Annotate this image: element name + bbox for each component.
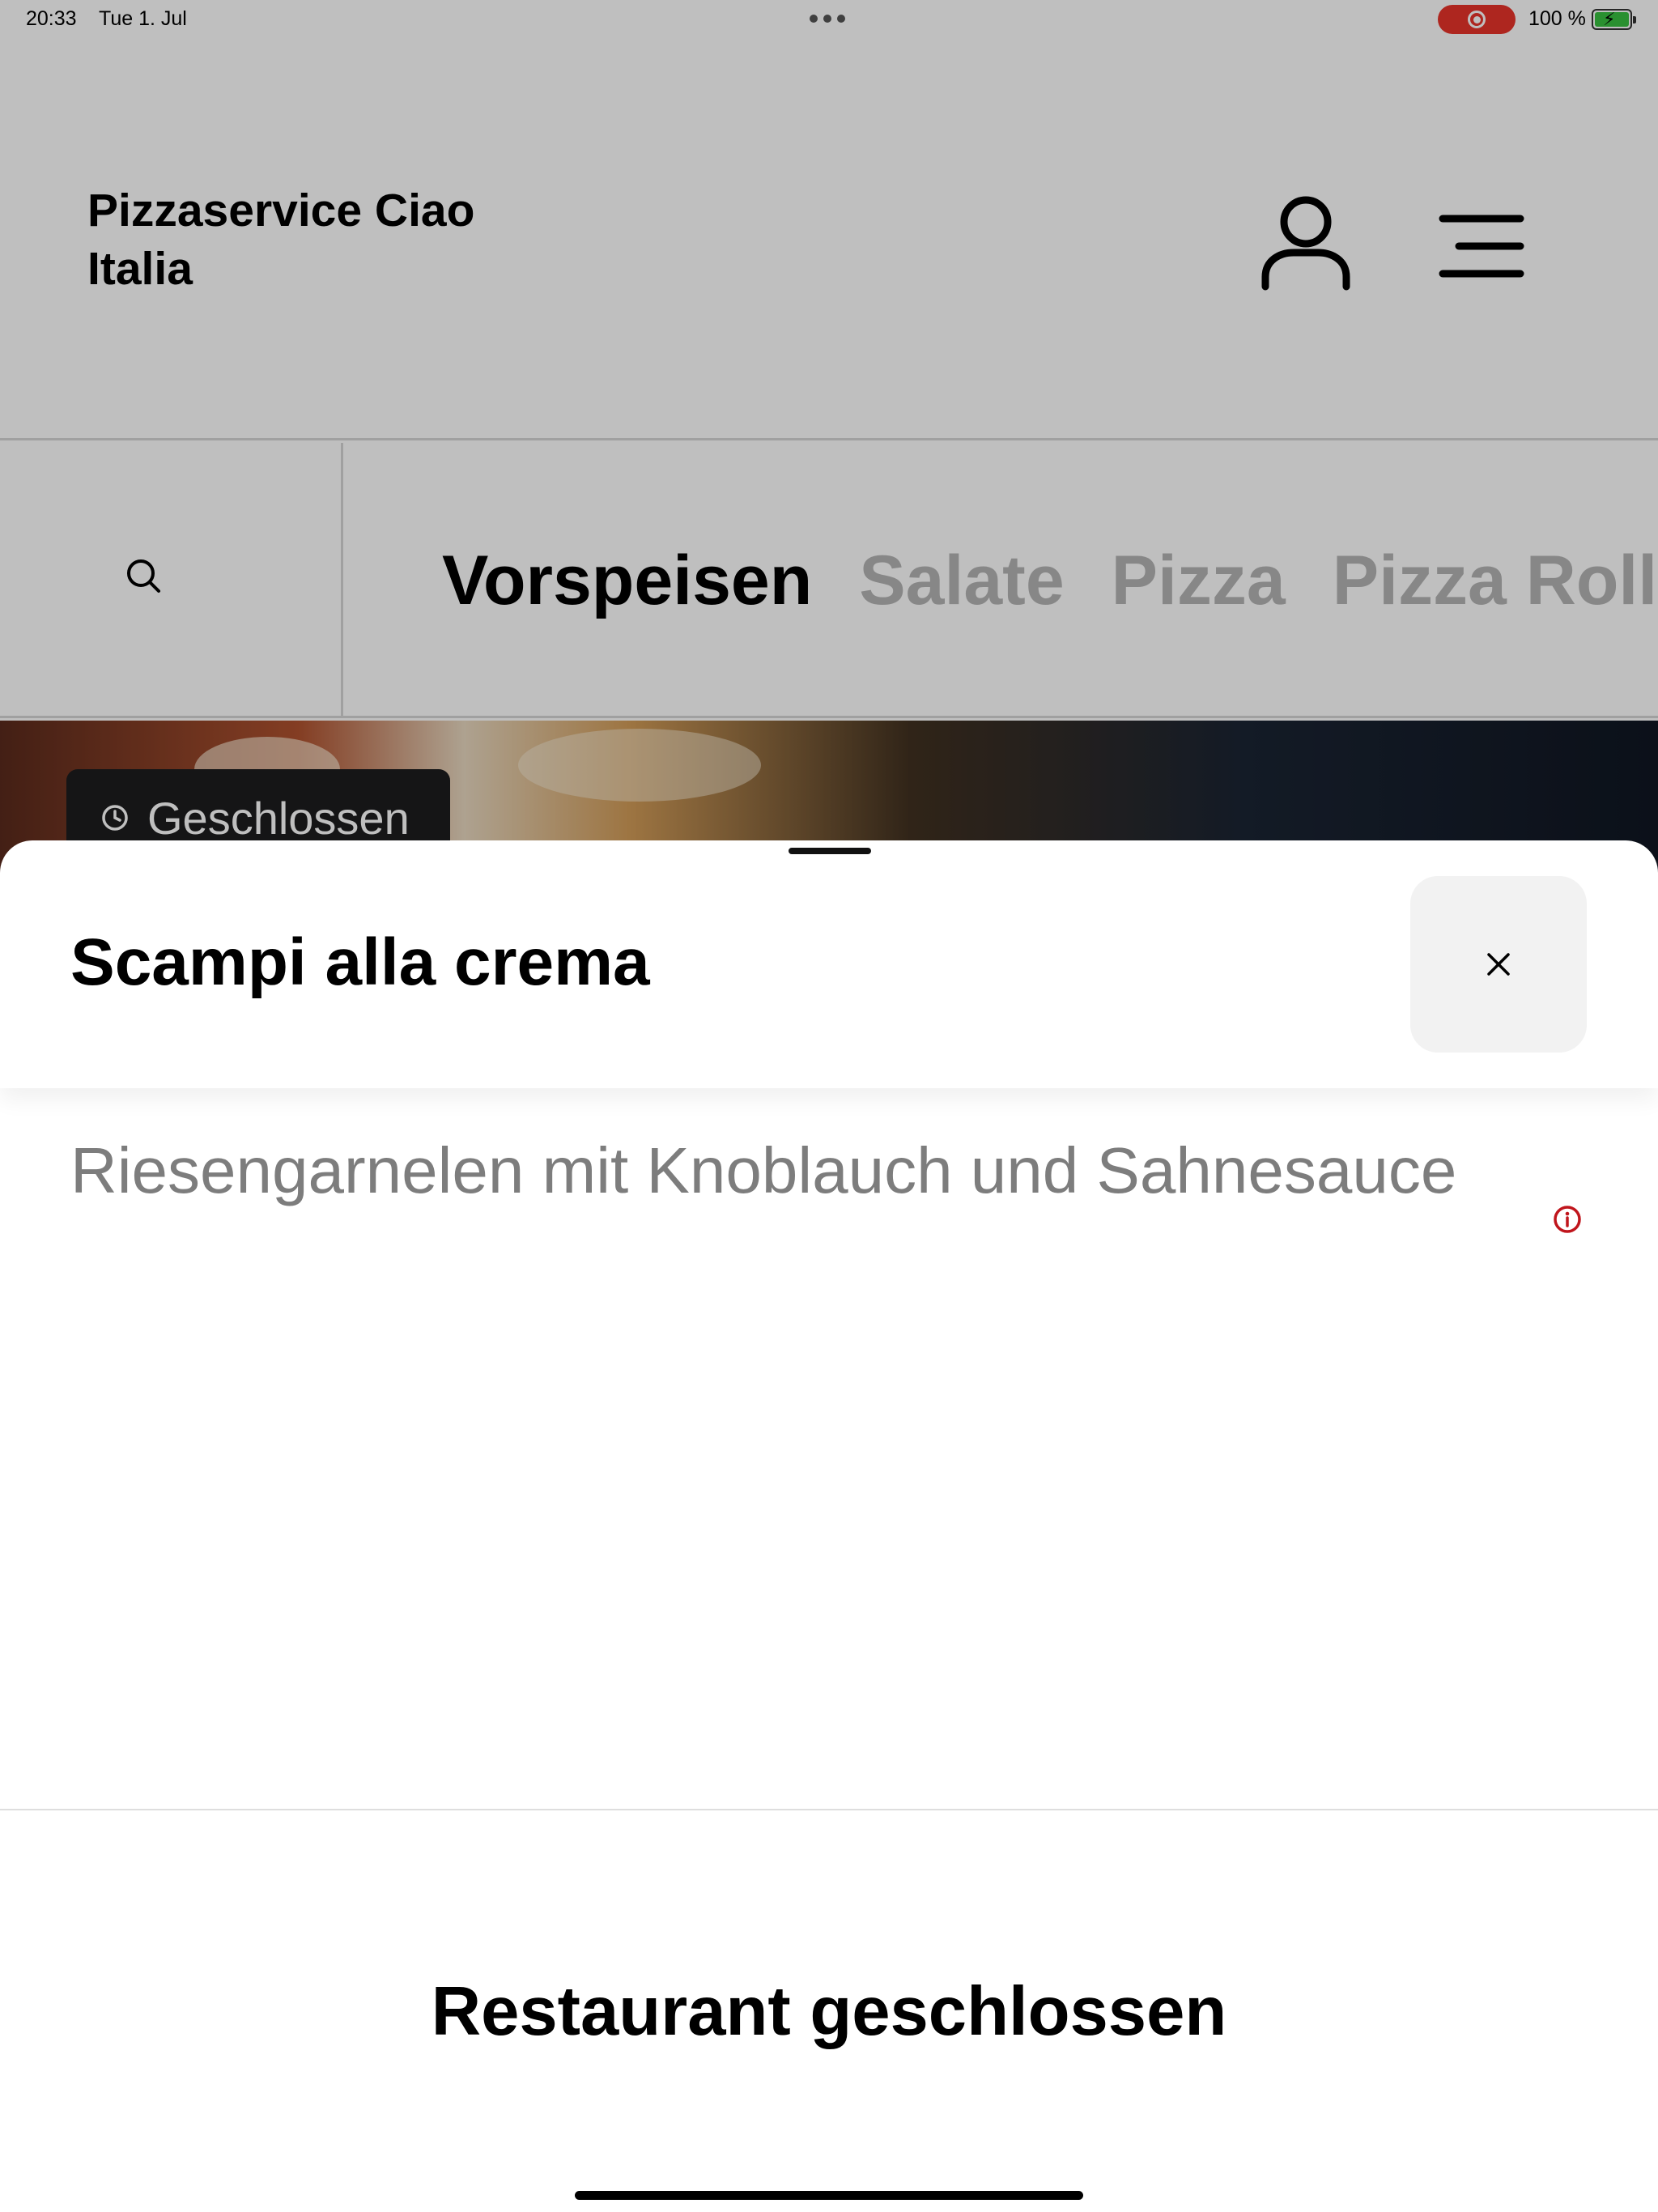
product-title: Scampi alla crema [70,925,650,999]
product-detail-sheet: Scampi alla crema Riesengarnelen mit Kno… [0,840,1658,2212]
close-button[interactable] [1410,876,1587,1053]
sheet-header: Scampi alla crema [0,840,1658,1088]
product-description: Riesengarnelen mit Knoblauch und Sahnesa… [70,1134,1457,1206]
home-indicator[interactable] [575,2191,1083,2200]
sheet-divider [0,1809,1658,1810]
close-icon [1487,953,1510,976]
allergen-info-button[interactable] [1553,1205,1582,1238]
restaurant-closed-message: Restaurant geschlossen [431,1973,1227,2050]
info-icon [1554,1206,1581,1233]
